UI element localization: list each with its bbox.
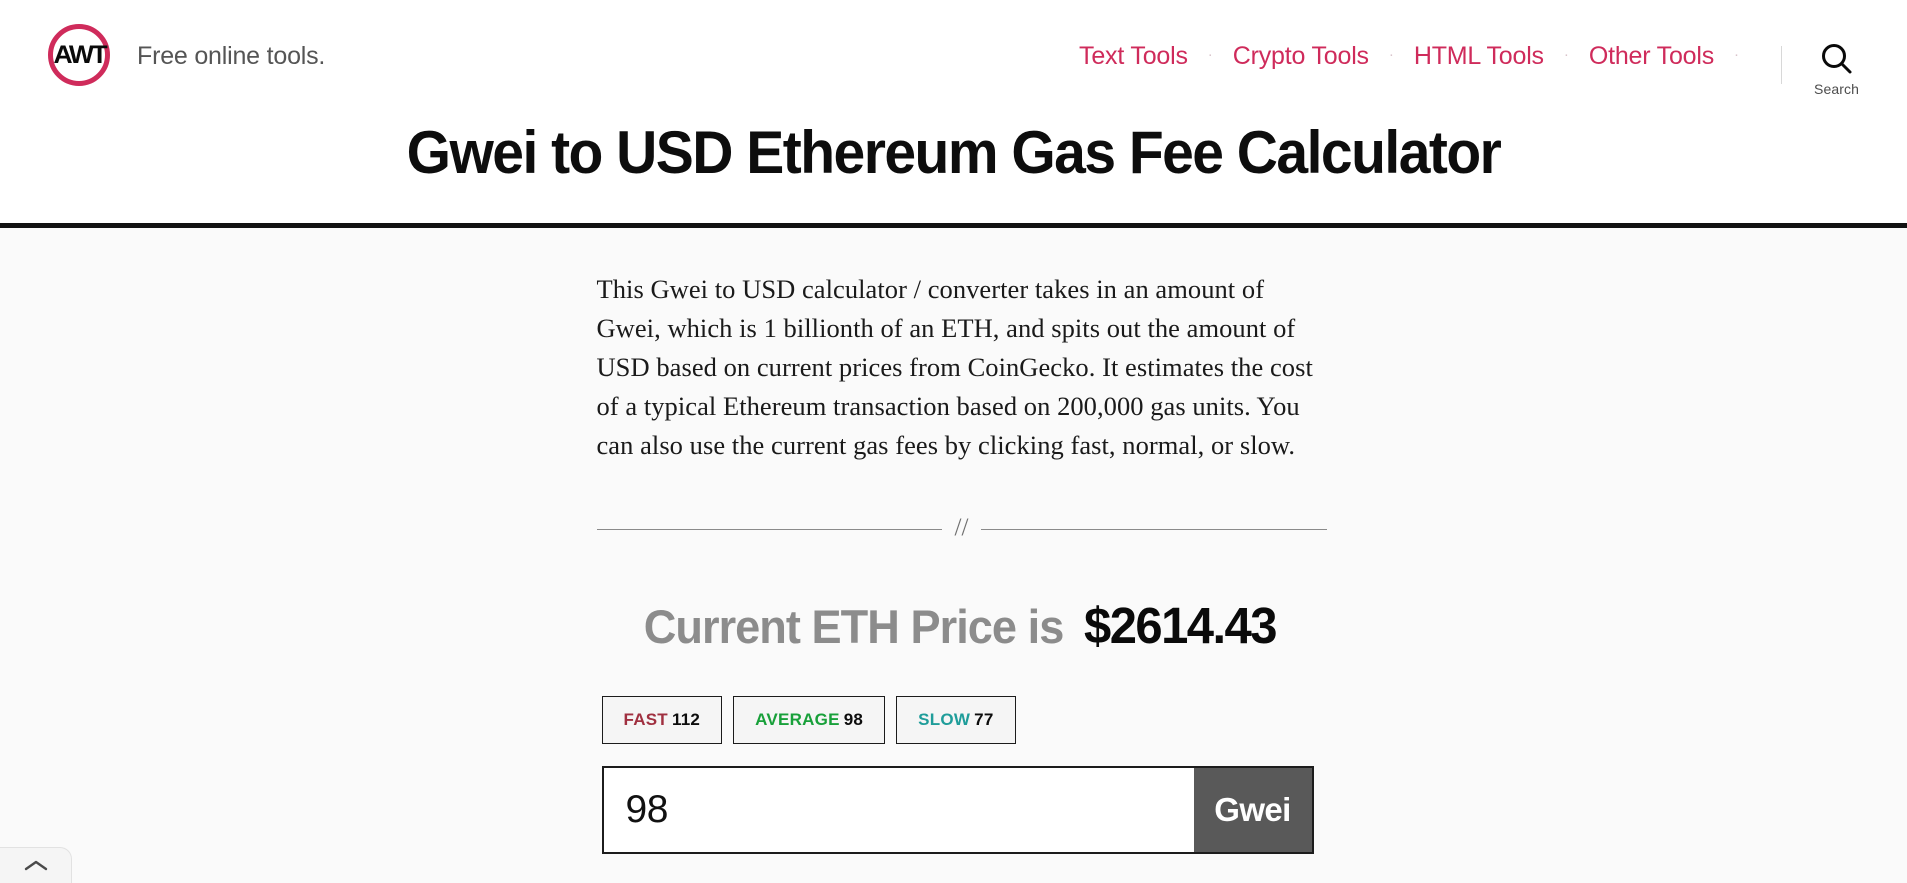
page-title: Gwei to USD Ethereum Gas Fee Calculator — [406, 119, 1502, 186]
gwei-unit-addon: Gwei — [1193, 767, 1312, 852]
nav-separator: · — [1563, 46, 1569, 63]
chevron-up-icon — [23, 858, 49, 874]
divider-slash-glyph: // — [954, 514, 969, 541]
gas-speed-slow-button[interactable]: SLOW 77 — [896, 696, 1016, 744]
nav-separator: · — [1734, 46, 1740, 63]
gas-speed-slow-value: 77 — [974, 710, 994, 730]
page-title-wrap: Gwei to USD Ethereum Gas Fee Calculator — [0, 104, 1907, 187]
eth-price-line: Current ETH Price is $2614.43 — [597, 597, 1319, 654]
divider-rule-left — [596, 529, 942, 530]
site-tagline: Free online tools. — [137, 41, 326, 70]
gas-speed-slow-label: SLOW — [918, 710, 971, 730]
section-divider: // — [596, 514, 1327, 542]
gas-speed-buttons: FAST 112 AVERAGE 98 SLOW 77 — [597, 696, 1319, 744]
search-button[interactable]: Search — [1814, 40, 1863, 97]
main-nav: Text Tools · Crypto Tools · HTML Tools ·… — [1077, 40, 1757, 73]
main-content: This Gwei to USD calculator / converter … — [0, 228, 1907, 883]
search-label: Search — [1814, 81, 1859, 97]
gas-speed-fast-value: 112 — [671, 710, 701, 730]
eth-price-value: $2614.43 — [1083, 597, 1277, 654]
nav-item-text-tools[interactable]: Text Tools — [1077, 40, 1190, 73]
gas-speed-average-button[interactable]: AVERAGE 98 — [733, 696, 886, 744]
intro-paragraph: This Gwei to USD calculator / converter … — [596, 274, 1313, 460]
divider-rule-right — [981, 529, 1327, 530]
nav-separator: · — [1388, 46, 1394, 63]
eth-price-label: Current ETH Price is — [644, 600, 1065, 653]
header-divider — [1781, 46, 1783, 84]
scroll-to-top-button[interactable] — [0, 847, 72, 883]
logo-text: AWT — [53, 40, 107, 69]
search-icon — [1818, 40, 1856, 78]
site-logo[interactable]: AWT — [48, 24, 110, 86]
nav-separator: · — [1207, 46, 1213, 63]
nav-item-crypto-tools[interactable]: Crypto Tools — [1231, 40, 1371, 73]
nav-item-other-tools[interactable]: Other Tools — [1587, 40, 1716, 73]
gas-speed-average-value: 98 — [843, 710, 864, 730]
site-header: AWT Free online tools. Text Tools · Cryp… — [0, 0, 1907, 228]
nav-area: Text Tools · Crypto Tools · HTML Tools ·… — [1077, 24, 1863, 97]
content-column: This Gwei to USD calculator / converter … — [589, 270, 1327, 854]
gwei-input[interactable] — [603, 767, 1194, 852]
gas-speed-average-label: AVERAGE — [755, 710, 840, 730]
gwei-input-group: Gwei — [601, 765, 1314, 854]
header-bar: AWT Free online tools. Text Tools · Cryp… — [0, 0, 1907, 104]
brand[interactable]: AWT Free online tools. — [48, 24, 325, 86]
gas-speed-fast-label: FAST — [623, 710, 668, 730]
gas-speed-fast-button[interactable]: FAST 112 — [601, 696, 723, 744]
nav-item-html-tools[interactable]: HTML Tools — [1412, 40, 1546, 73]
